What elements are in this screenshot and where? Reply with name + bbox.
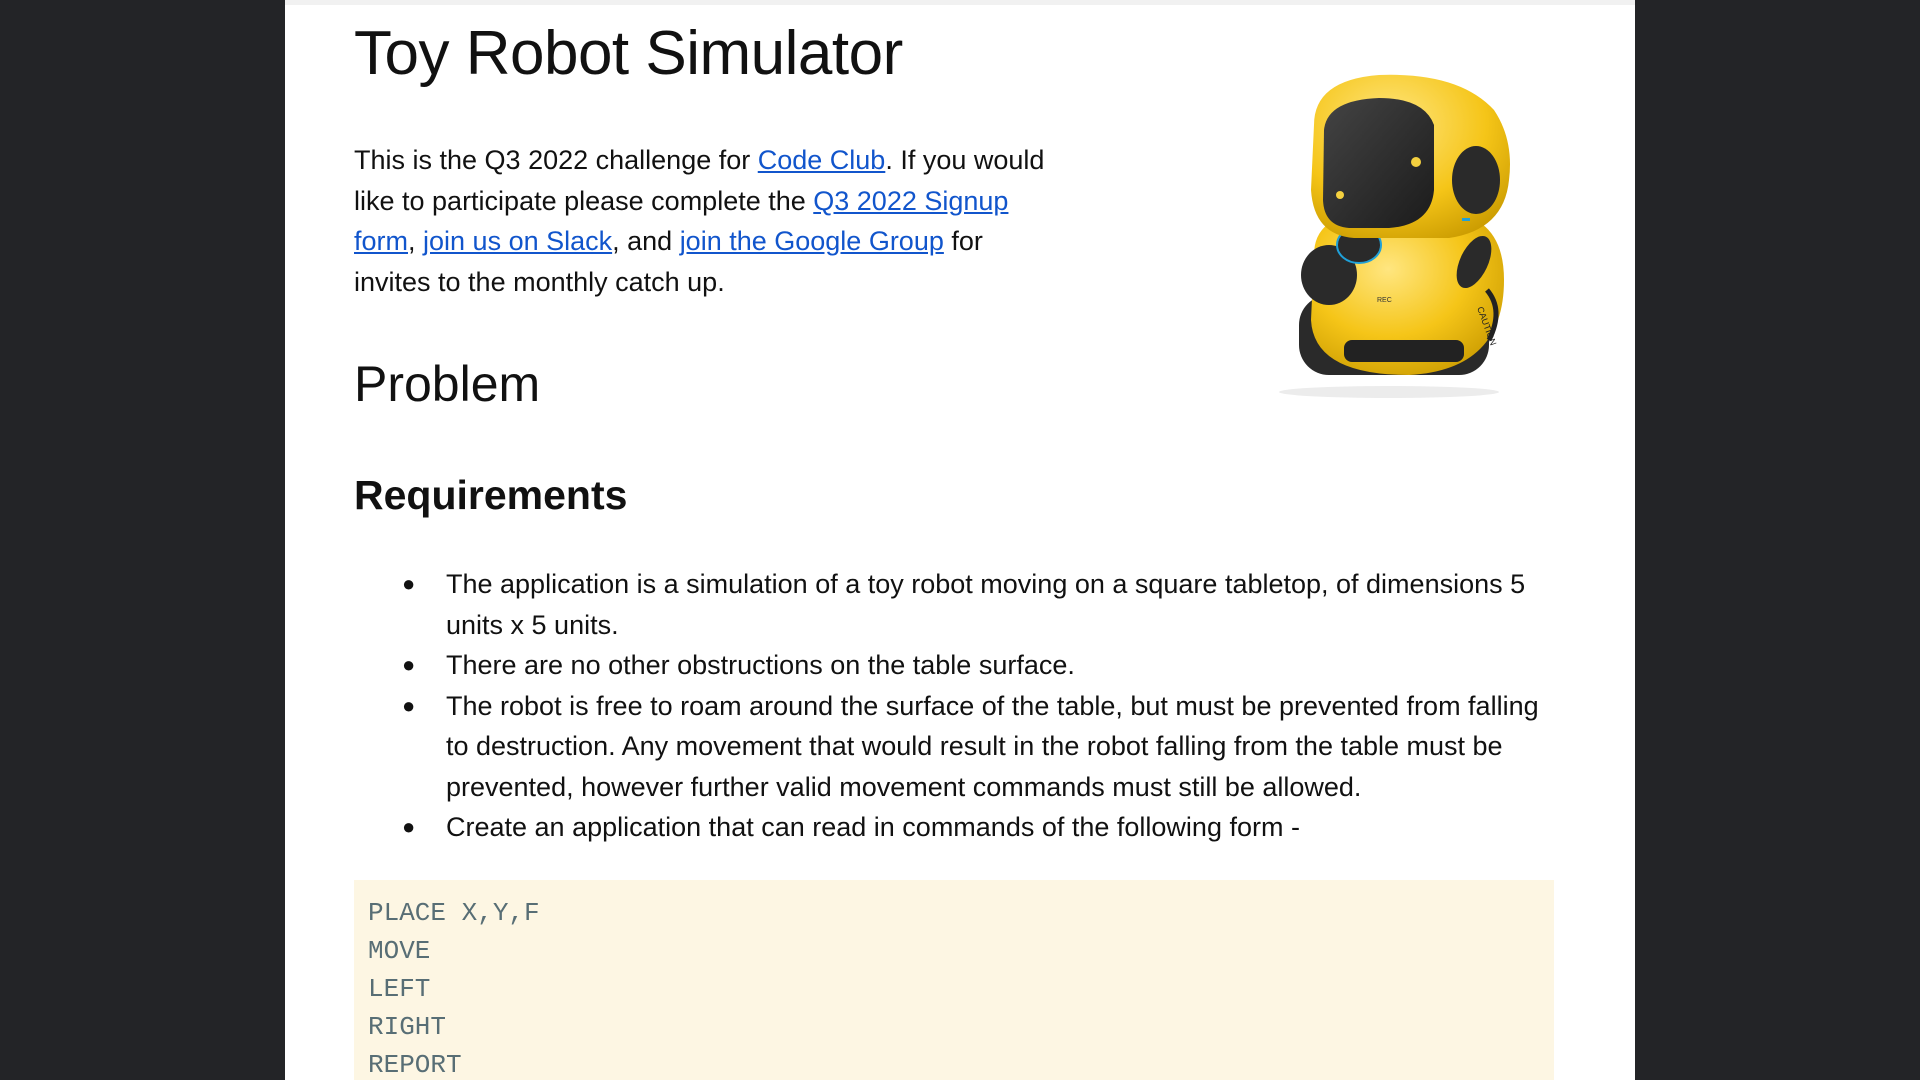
robot-ear xyxy=(1452,146,1500,214)
robot-image: CAUTION REC xyxy=(1279,74,1510,398)
list-item: ● There are no other obstructions on the … xyxy=(354,645,1554,686)
list-item: ● Create an application that can read in … xyxy=(354,807,1554,848)
intro-text-1: This is the Q3 2022 challenge for xyxy=(354,145,758,175)
robot-grille xyxy=(1344,340,1464,362)
code-line: LEFT xyxy=(368,974,431,1004)
document-page: Toy Robot Simulator This is the Q3 2022 … xyxy=(285,0,1635,1080)
google-group-link[interactable]: join the Google Group xyxy=(680,226,944,256)
robot-rec-label: REC xyxy=(1377,297,1392,304)
code-line: MOVE xyxy=(368,936,431,966)
bullet-icon: ● xyxy=(402,571,416,596)
code-club-link[interactable]: Code Club xyxy=(758,145,886,175)
intro-text-4: , and xyxy=(612,226,680,256)
intro-paragraph: This is the Q3 2022 challenge for Code C… xyxy=(354,140,1064,302)
list-item-text: There are no other obstructions on the t… xyxy=(446,650,1075,680)
list-item: ● The robot is free to roam around the su… xyxy=(354,686,1554,808)
code-line: PLACE X,Y,F xyxy=(368,898,540,928)
intro-text-3: , xyxy=(408,226,424,256)
bullet-icon: ● xyxy=(402,692,416,718)
requirements-heading: Requirements xyxy=(354,472,628,518)
bullet-icon: ● xyxy=(402,814,416,839)
bullet-icon: ● xyxy=(402,652,416,677)
page-title: Toy Robot Simulator xyxy=(354,19,903,88)
problem-heading: Problem xyxy=(354,356,541,412)
code-line: REPORT xyxy=(368,1050,462,1080)
robot-left-eye xyxy=(1336,191,1344,199)
list-item-text: The application is a simulation of a toy… xyxy=(446,569,1526,640)
requirements-list: ● The application is a simulation of a to… xyxy=(354,564,1554,848)
list-item-text: The robot is free to roam around the sur… xyxy=(446,690,1539,802)
list-item-text: Create an application that can read in c… xyxy=(446,812,1300,842)
code-block: PLACE X,Y,F MOVE LEFT RIGHT REPORT xyxy=(354,880,1554,1080)
top-divider xyxy=(285,0,1635,5)
slack-link[interactable]: join us on Slack xyxy=(423,226,612,256)
list-item: ● The application is a simulation of a to… xyxy=(354,564,1554,645)
robot-indicator-light xyxy=(1462,218,1470,221)
robot-right-eye xyxy=(1411,157,1421,167)
robot-shadow xyxy=(1279,386,1499,398)
code-line: RIGHT xyxy=(368,1012,447,1042)
